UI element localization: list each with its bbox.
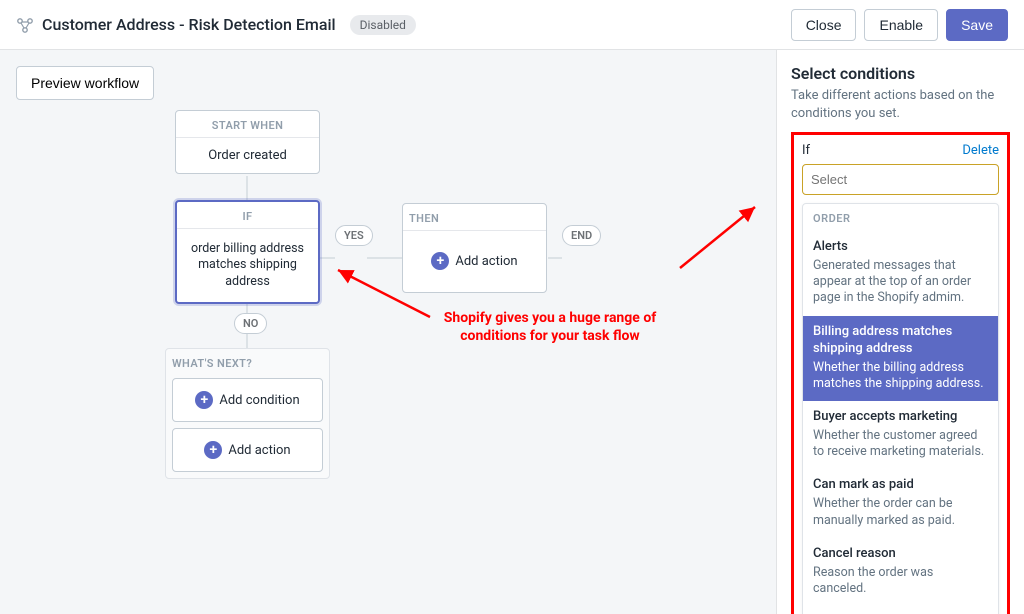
then-add-action[interactable]: + Add action [403, 231, 546, 291]
condition-option[interactable]: Buyer accepts marketing Whether the custo… [803, 401, 998, 469]
if-label: If [802, 143, 810, 158]
condition-dropdown[interactable]: ORDER Alerts Generated messages that appe… [802, 203, 999, 614]
annotation-text: Shopify gives you a huge range of condit… [420, 310, 680, 345]
save-button[interactable]: Save [946, 9, 1008, 41]
dropdown-group-order: ORDER [803, 204, 998, 231]
condition-option-desc: Whether the order can be manually marked… [813, 496, 988, 529]
conditions-sidebar: Select conditions Take different actions… [776, 50, 1024, 614]
condition-option[interactable]: Cancel reason Reason the order was cancel… [803, 538, 998, 606]
end-label: END [562, 225, 601, 246]
enable-button[interactable]: Enable [864, 9, 938, 41]
workflow-canvas[interactable]: Preview workflow START WHEN Order create… [0, 50, 776, 614]
close-button[interactable]: Close [791, 9, 857, 41]
condition-option[interactable]: CapturableWhether payment for the order … [803, 606, 998, 614]
no-label: NO [234, 313, 267, 334]
start-node-body: Order created [176, 138, 319, 173]
condition-option-desc: Whether the customer agreed to receive m… [813, 428, 988, 461]
if-row: If Delete [802, 143, 999, 158]
delete-condition-link[interactable]: Delete [962, 143, 999, 158]
whats-next-node: WHAT'S NEXT? + Add condition + Add actio… [165, 348, 330, 479]
plus-icon: + [195, 391, 213, 409]
condition-option-title: Cancel reason [813, 546, 988, 563]
if-node-header: IF [177, 202, 318, 229]
condition-option-title: Billing address matches shipping address [813, 324, 988, 358]
plus-icon: + [204, 441, 222, 459]
preview-workflow-button[interactable]: Preview workflow [16, 66, 154, 100]
condition-option-title: Buyer accepts marketing [813, 409, 988, 426]
sidebar-subtitle: Take different actions based on the cond… [791, 87, 1010, 122]
add-condition-label: Add condition [219, 393, 299, 408]
content: Preview workflow START WHEN Order create… [0, 50, 1024, 614]
start-node[interactable]: START WHEN Order created [175, 110, 320, 174]
add-action-label: Add action [455, 254, 517, 269]
workflow-icon [16, 16, 34, 34]
condition-selector-highlight: If Delete ORDER Alerts Generated messages… [791, 132, 1010, 614]
whats-next-header: WHAT'S NEXT? [166, 349, 329, 372]
then-node[interactable]: THEN + Add action [402, 203, 547, 293]
header-actions: Close Enable Save [791, 9, 1008, 41]
condition-option[interactable]: Can mark as paid Whether the order can be… [803, 469, 998, 537]
if-node[interactable]: IF order billing address matches shippin… [175, 200, 320, 304]
add-action-label2: Add action [228, 443, 290, 458]
start-node-header: START WHEN [176, 111, 319, 138]
then-node-header: THEN [403, 204, 546, 231]
condition-search-input[interactable] [802, 164, 999, 195]
app-header: Customer Address - Risk Detection Email … [0, 0, 1024, 50]
condition-option-desc: Whether the billing address matches the … [813, 360, 988, 393]
sidebar-title: Select conditions [791, 64, 1010, 83]
condition-option[interactable]: Billing address matches shipping address… [803, 316, 998, 401]
yes-label: YES [335, 225, 373, 246]
if-node-body: order billing address matches shipping a… [177, 229, 318, 302]
page-title: Customer Address - Risk Detection Email [42, 15, 336, 34]
header-left: Customer Address - Risk Detection Email … [16, 15, 416, 35]
condition-option-desc: Reason the order was canceled. [813, 565, 988, 598]
condition-option[interactable]: Alerts Generated messages that appear at … [803, 231, 998, 316]
condition-option-title: Can mark as paid [813, 477, 988, 494]
status-badge: Disabled [350, 15, 416, 35]
plus-icon: + [431, 252, 449, 270]
add-action-button[interactable]: + Add action [172, 428, 323, 472]
condition-option-title: Alerts [813, 239, 988, 256]
condition-option-desc: Generated messages that appear at the to… [813, 258, 988, 307]
add-condition-button[interactable]: + Add condition [172, 378, 323, 422]
